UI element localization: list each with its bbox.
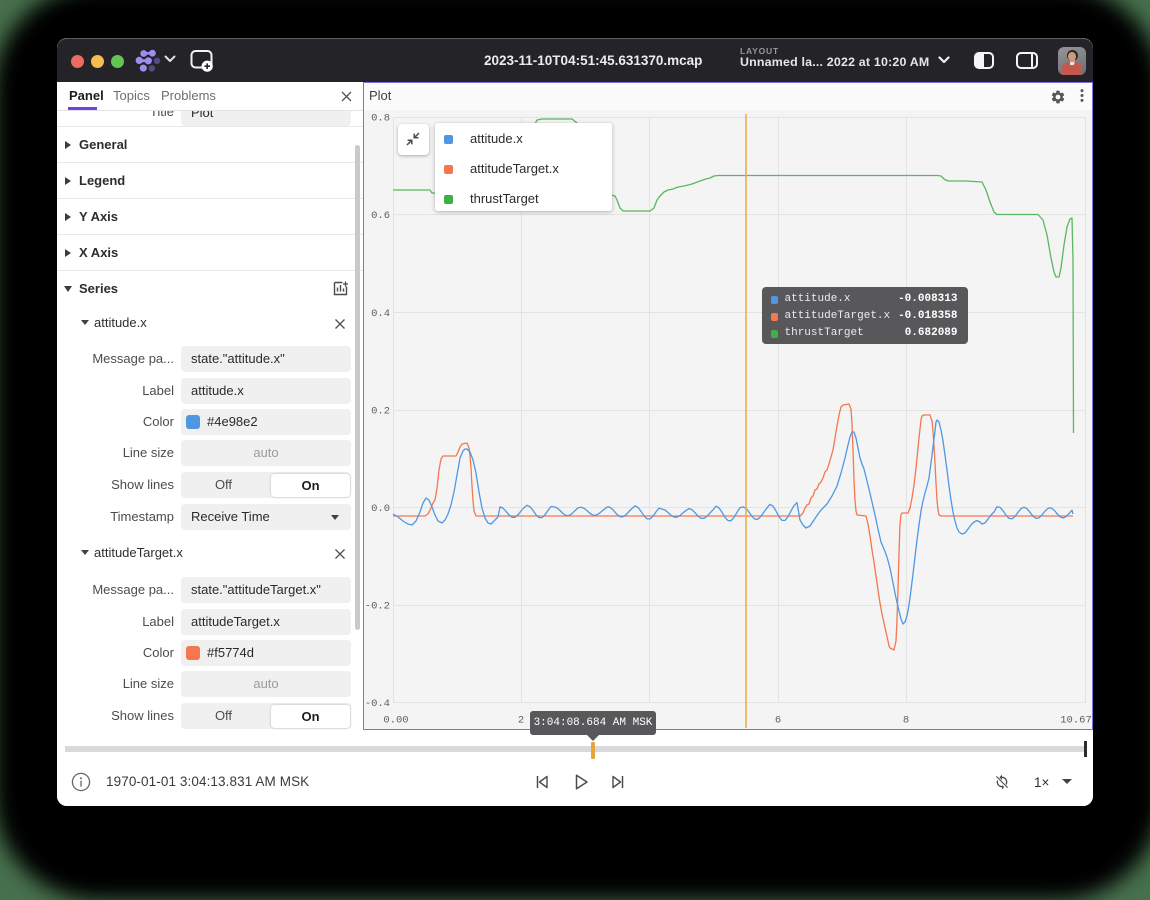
svg-text:-0.2: -0.2 (365, 601, 390, 613)
svg-text:2: 2 (518, 715, 524, 727)
svg-text:0.6: 0.6 (371, 210, 390, 222)
svg-text:-0.4: -0.4 (365, 698, 390, 710)
svg-text:0.0: 0.0 (371, 503, 390, 515)
svg-text:0.8: 0.8 (371, 113, 390, 125)
svg-text:0.4: 0.4 (371, 308, 390, 320)
svg-text:10.67: 10.67 (1060, 715, 1091, 727)
svg-text:0.00: 0.00 (383, 715, 408, 727)
svg-text:8: 8 (903, 715, 909, 727)
svg-text:6: 6 (775, 715, 781, 727)
svg-text:0.2: 0.2 (371, 406, 390, 418)
